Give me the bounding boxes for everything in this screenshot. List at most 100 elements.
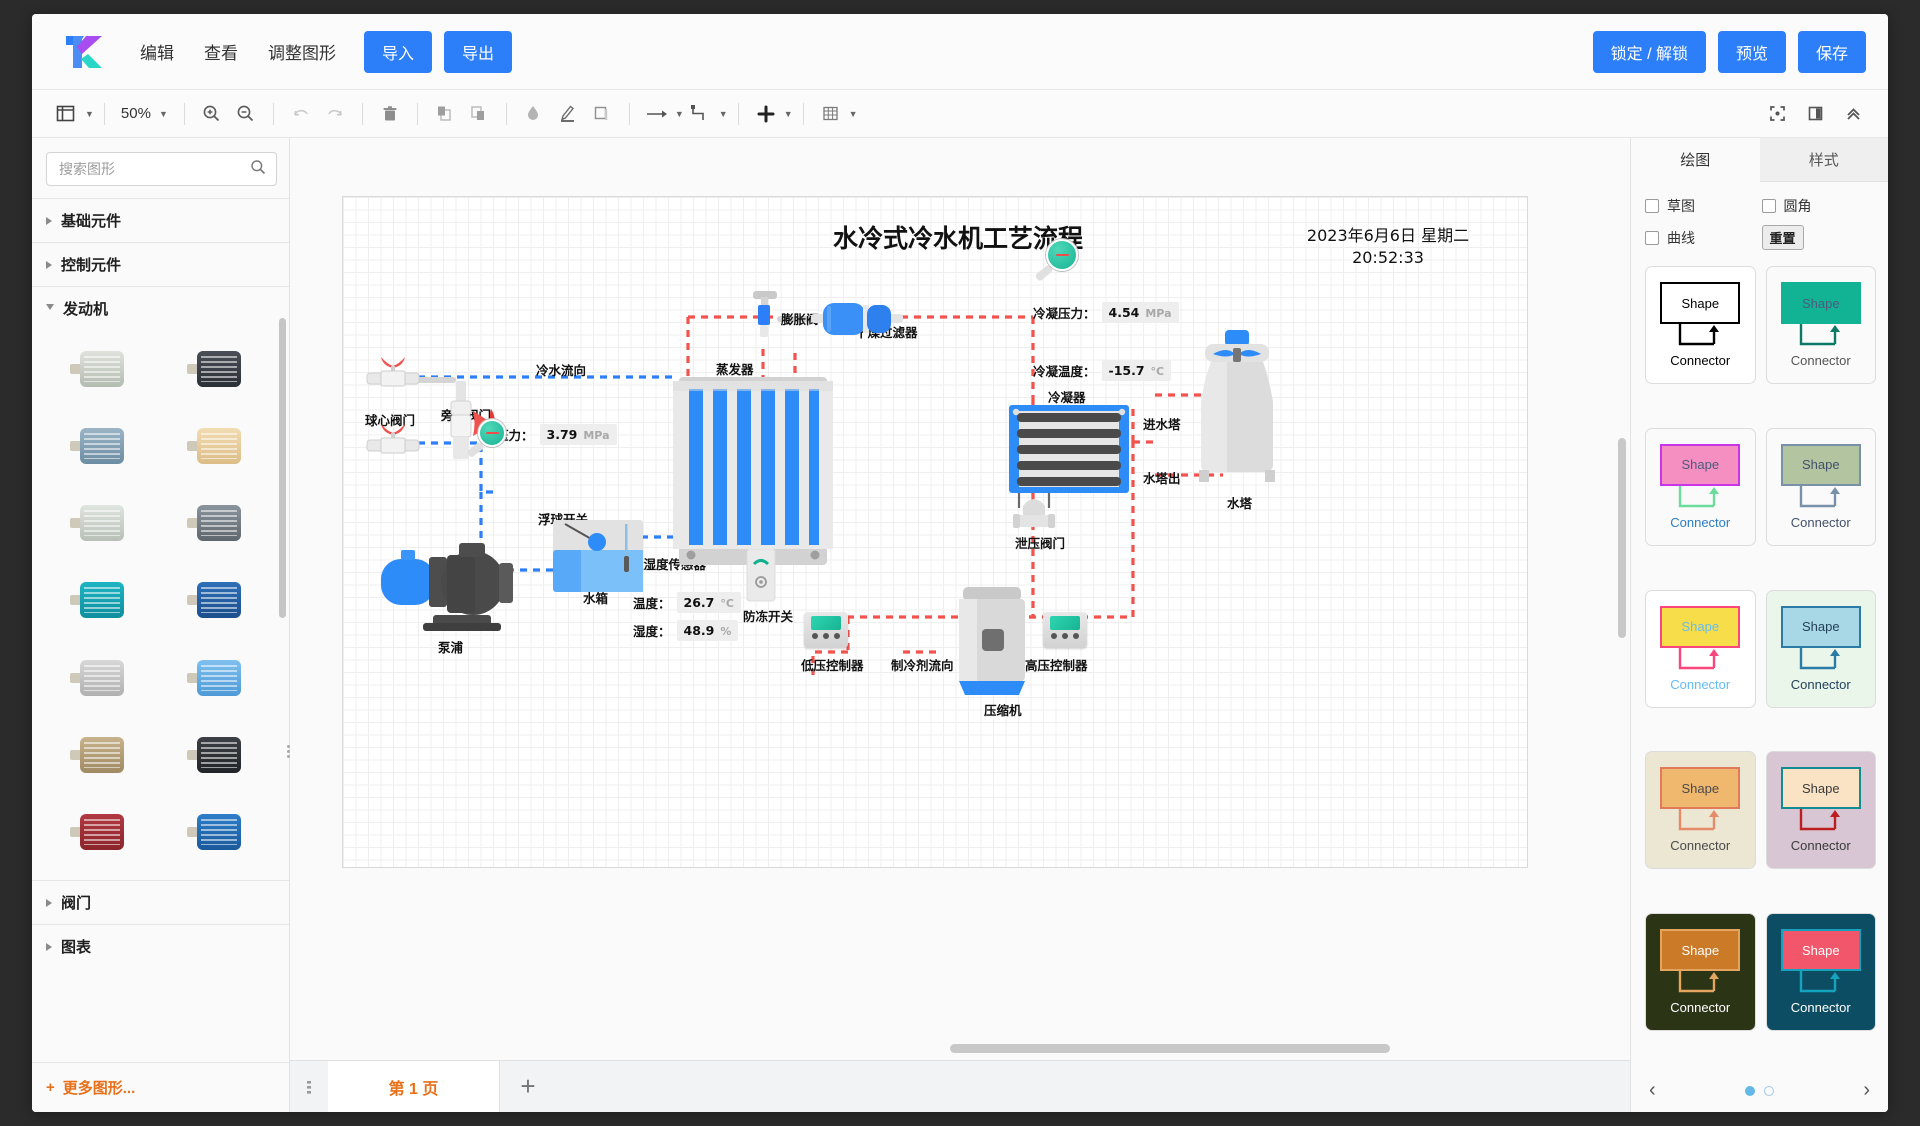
more-shapes-button[interactable]: + 更多图形... [32, 1062, 289, 1112]
shape-low-pressure-controller[interactable] [804, 612, 848, 648]
shadow-icon[interactable] [585, 98, 619, 130]
canvas-viewport[interactable]: 水冷式冷水机工艺流程 2023年6月6日 星期二 20:52:33 [290, 138, 1630, 1038]
shape-pressure-gauge[interactable] [465, 419, 507, 468]
pager-dot-1[interactable] [1745, 1086, 1755, 1096]
panel-toggle-icon[interactable] [1798, 98, 1832, 130]
sidebar-section-motor[interactable]: 发动机 [32, 286, 289, 330]
line-color-icon[interactable] [551, 98, 585, 130]
shape-thumbnail-motor-1[interactable] [46, 338, 157, 400]
preview-button[interactable]: 预览 [1718, 31, 1786, 73]
redo-icon[interactable] [318, 98, 352, 130]
lock-unlock-button[interactable]: 锁定 / 解锁 [1593, 31, 1706, 73]
sidebar-section-control[interactable]: 控制元件 [32, 242, 289, 286]
fill-color-icon[interactable] [517, 98, 551, 130]
save-button[interactable]: 保存 [1798, 31, 1866, 73]
arrow-style-chevron-down-icon[interactable]: ▼ [675, 109, 684, 119]
checkbox-rounded[interactable]: 圆角 [1762, 196, 1879, 216]
undo-icon[interactable] [284, 98, 318, 130]
shape-condenser[interactable] [1009, 405, 1129, 498]
fullscreen-icon[interactable] [1760, 98, 1794, 130]
search-input[interactable] [57, 160, 250, 178]
add-page-button[interactable]: + [500, 1061, 556, 1112]
reset-button[interactable]: 重置 [1762, 225, 1804, 250]
shape-expansion-valve[interactable] [745, 289, 785, 350]
shape-thumbnail-motor-7[interactable] [46, 569, 157, 631]
zoom-chevron-down-icon[interactable]: ▼ [159, 109, 168, 119]
shape-ball-valve-bottom[interactable] [365, 422, 421, 463]
export-button[interactable]: 导出 [444, 31, 512, 73]
style-preset-3[interactable]: ShapeConnector [1645, 428, 1756, 546]
sidebar-section-valve[interactable]: 阀门 [32, 880, 289, 924]
page-options-icon[interactable] [290, 1061, 328, 1112]
prev-page-icon[interactable]: ‹ [1649, 1079, 1656, 1102]
shape-pump[interactable] [381, 537, 531, 640]
style-preset-8[interactable]: ShapeConnector [1766, 751, 1877, 869]
sidebar-section-basic[interactable]: 基础元件 [32, 198, 289, 242]
next-page-icon[interactable]: › [1863, 1079, 1870, 1102]
style-preset-10[interactable]: ShapeConnector [1766, 913, 1877, 1031]
shape-thumbnail-motor-2[interactable] [163, 338, 274, 400]
sidebar-scrollbar[interactable] [279, 318, 286, 618]
shape-thumbnail-motor-13[interactable] [46, 801, 157, 863]
style-preset-7[interactable]: ShapeConnector [1645, 751, 1756, 869]
search-icon[interactable] [250, 159, 266, 180]
collapse-icon[interactable] [1836, 98, 1870, 130]
style-preset-1[interactable]: ShapeConnector [1645, 266, 1756, 384]
shape-thumbnail-motor-12[interactable] [163, 724, 274, 786]
shape-thumbnail-motor-5[interactable] [46, 492, 157, 554]
insert-chevron-down-icon[interactable]: ▼ [784, 109, 793, 119]
insert-icon[interactable] [749, 98, 783, 130]
page-tab-1[interactable]: 第 1 页 [328, 1061, 500, 1112]
tab-style[interactable]: 样式 [1760, 138, 1889, 182]
canvas-horizontal-scrollbar[interactable] [950, 1044, 1390, 1053]
shape-thumbnail-motor-8[interactable] [163, 569, 274, 631]
shape-thumbnail-motor-14[interactable] [163, 801, 274, 863]
style-preset-4[interactable]: ShapeConnector [1766, 428, 1877, 546]
shape-water-tower[interactable] [1181, 330, 1293, 487]
shape-thumbnail-motor-4[interactable] [163, 415, 274, 477]
to-front-icon[interactable] [428, 98, 462, 130]
shape-thumbnail-motor-6[interactable] [163, 492, 274, 554]
shape-ball-valve-top[interactable] [365, 355, 421, 396]
to-back-icon[interactable] [462, 98, 496, 130]
pager-dot-2[interactable] [1764, 1086, 1774, 1096]
waypoint-style-chevron-down-icon[interactable]: ▼ [719, 109, 728, 119]
menu-adjust-shape[interactable]: 调整图形 [266, 35, 338, 68]
tab-draw[interactable]: 绘图 [1631, 138, 1760, 182]
shape-thumbnail-motor-9[interactable] [46, 647, 157, 709]
table-chevron-down-icon[interactable]: ▼ [849, 109, 858, 119]
style-preset-9[interactable]: ShapeConnector [1645, 913, 1756, 1031]
zoom-out-icon[interactable] [229, 98, 263, 130]
import-button[interactable]: 导入 [364, 31, 432, 73]
menu-edit[interactable]: 编辑 [138, 35, 176, 68]
shape-antifreeze-switch[interactable] [745, 549, 777, 610]
zoom-in-icon[interactable] [195, 98, 229, 130]
shape-dryer-filter[interactable] [811, 293, 903, 350]
shape-top-pressure-gauge[interactable] [1031, 239, 1077, 294]
style-preset-2[interactable]: ShapeConnector [1766, 266, 1877, 384]
shape-thumbnail-motor-10[interactable] [163, 647, 274, 709]
delete-icon[interactable] [373, 98, 407, 130]
shape-thumbnail-motor-11[interactable] [46, 724, 157, 786]
arrow-style-icon[interactable] [640, 98, 674, 130]
diagram-page[interactable]: 水冷式冷水机工艺流程 2023年6月6日 星期二 20:52:33 [342, 196, 1528, 868]
search-box[interactable] [46, 152, 277, 186]
checkbox-box[interactable] [1762, 199, 1776, 213]
style-preset-5[interactable]: ShapeConnector [1645, 590, 1756, 708]
shape-compressor[interactable] [957, 587, 1027, 702]
menu-view[interactable]: 查看 [202, 35, 240, 68]
checkbox-curved[interactable]: 曲线 [1645, 225, 1762, 250]
shape-water-tank[interactable] [553, 520, 643, 597]
layout-chevron-down-icon[interactable]: ▼ [85, 109, 94, 119]
waypoint-style-icon[interactable] [684, 98, 718, 130]
table-icon[interactable] [814, 98, 848, 130]
checkbox-box[interactable] [1645, 231, 1659, 245]
sidebar-section-chart[interactable]: 图表 [32, 924, 289, 968]
shape-thumbnail-motor-3[interactable] [46, 415, 157, 477]
style-preset-6[interactable]: ShapeConnector [1766, 590, 1877, 708]
canvas-vertical-scrollbar[interactable] [1618, 438, 1626, 638]
checkbox-box[interactable] [1645, 199, 1659, 213]
checkbox-sketch[interactable]: 草图 [1645, 196, 1762, 216]
layout-icon[interactable] [48, 98, 82, 130]
shape-high-pressure-controller[interactable] [1043, 612, 1087, 648]
